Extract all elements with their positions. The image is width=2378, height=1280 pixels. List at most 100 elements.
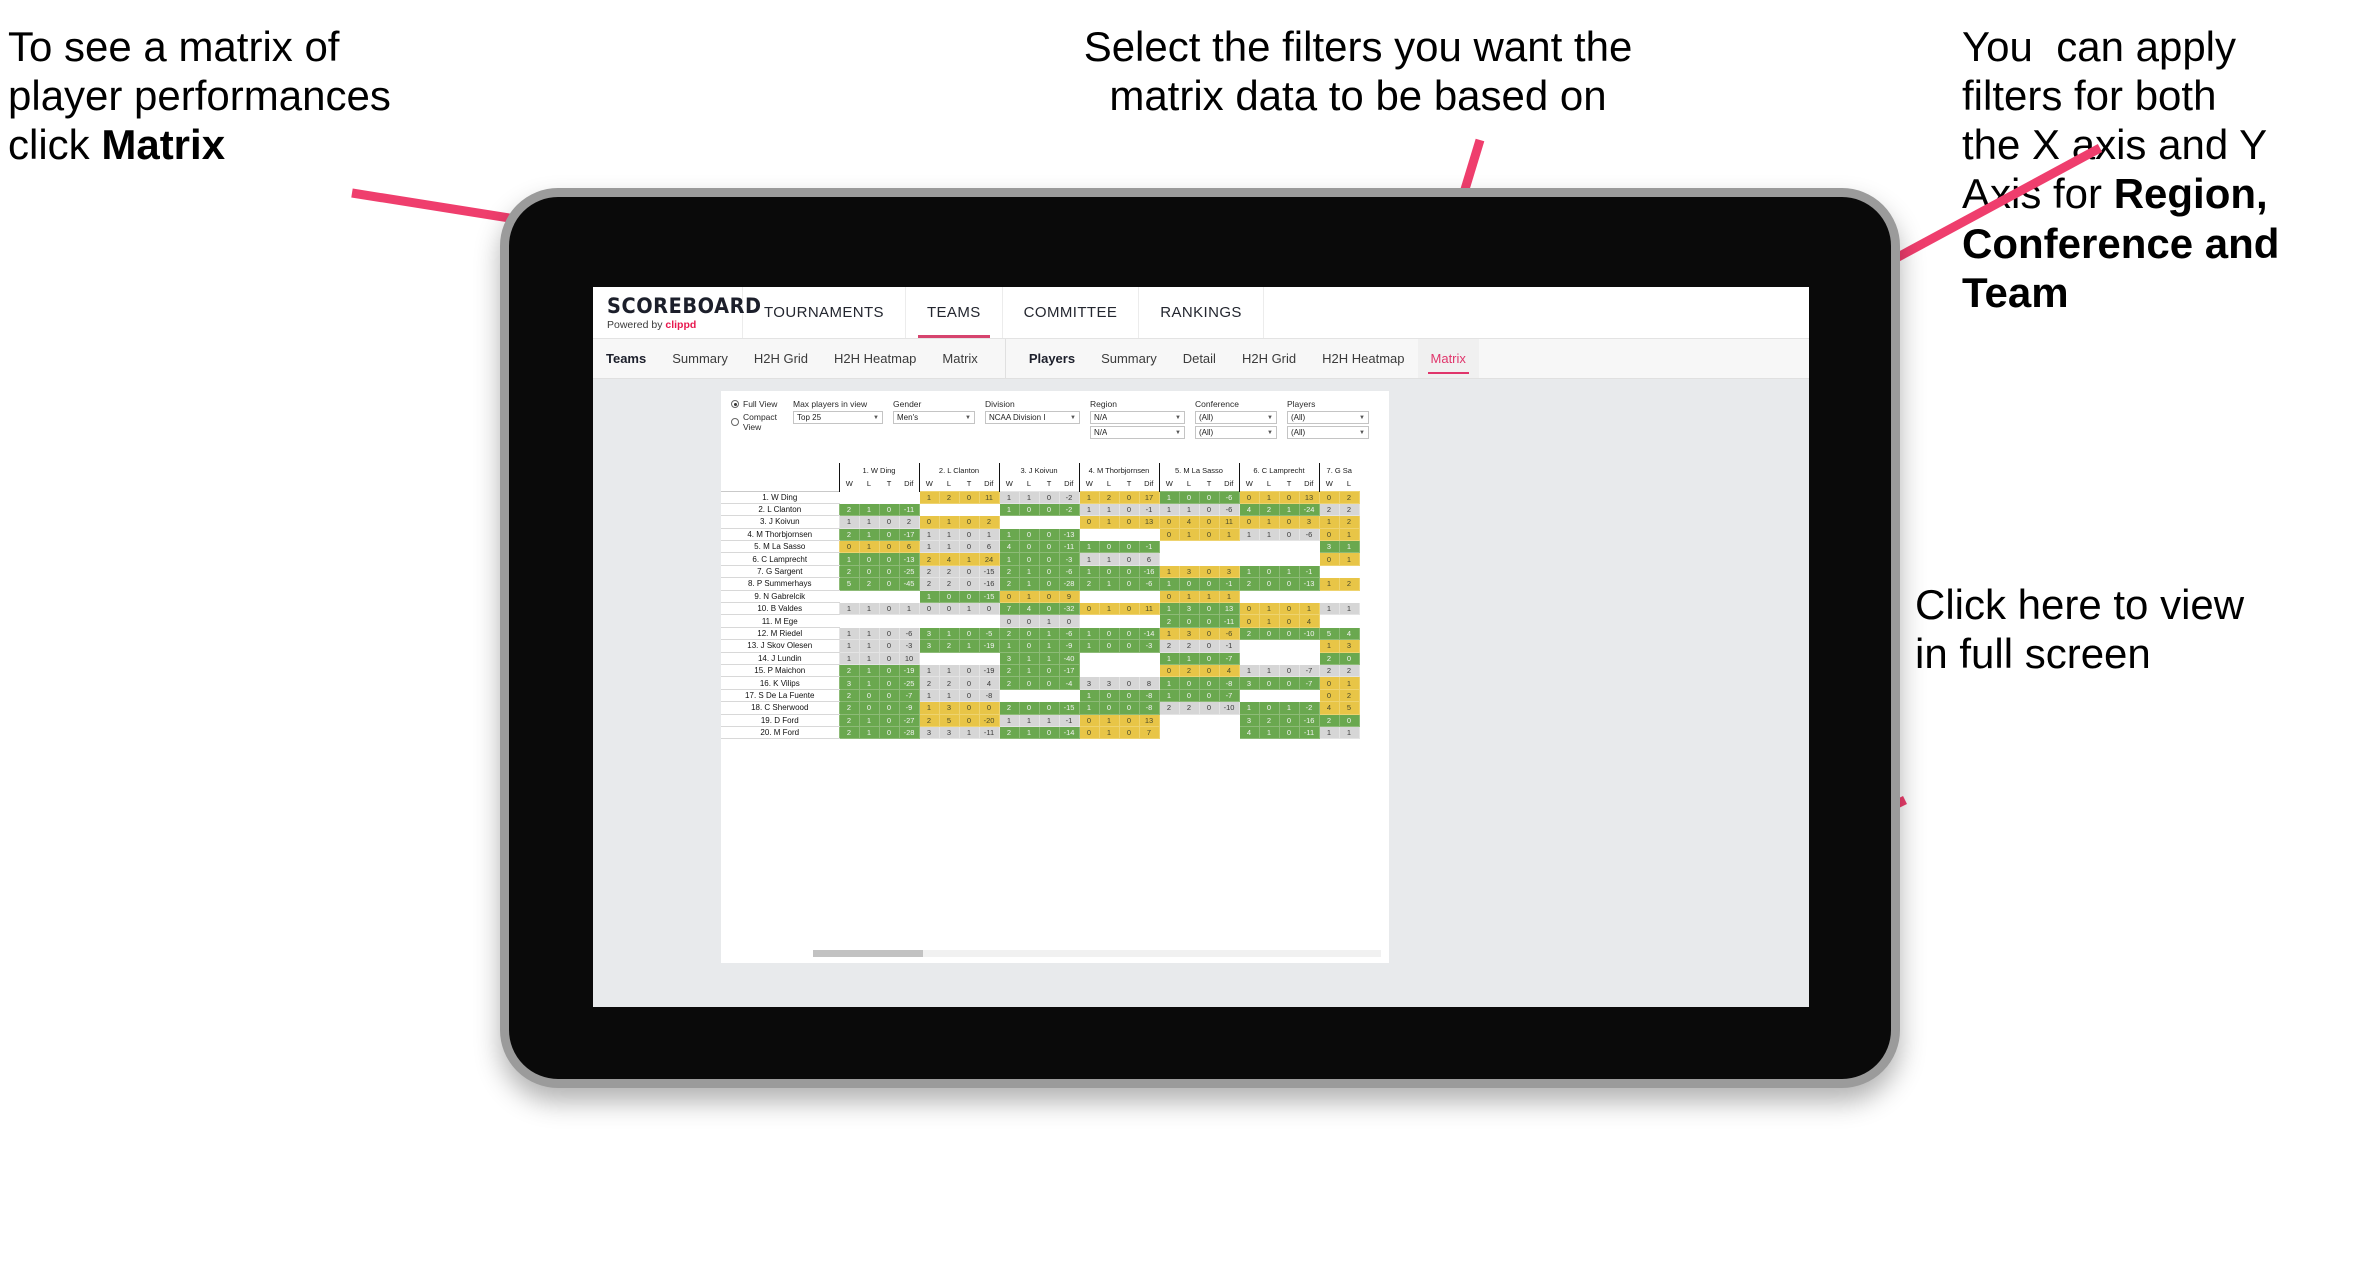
matrix-cell[interactable]: 0 — [878, 626, 900, 641]
matrix-cell[interactable]: -1 — [1298, 564, 1320, 579]
matrix-cell[interactable]: 1 — [998, 502, 1020, 517]
matrix-cell[interactable]: 1 — [918, 540, 940, 554]
matrix-cell[interactable]: 0 — [1018, 552, 1040, 566]
matrix-cell[interactable]: -5 — [978, 626, 1000, 641]
matrix-cell-empty[interactable] — [1338, 589, 1360, 604]
matrix-cell[interactable]: 0 — [958, 577, 980, 591]
matrix-cell[interactable]: 1 — [1098, 515, 1120, 529]
matrix-cell[interactable]: 0 — [1238, 614, 1260, 628]
matrix-cell[interactable]: -45 — [898, 577, 920, 591]
matrix-cell[interactable]: 5 — [838, 577, 860, 591]
matrix-cell[interactable]: 0 — [1118, 502, 1140, 517]
matrix-cell[interactable]: 2 — [1238, 577, 1260, 591]
matrix-cell[interactable]: 0 — [1078, 725, 1100, 740]
matrix-cell[interactable]: 1 — [1258, 663, 1280, 678]
matrix-cell[interactable]: 2 — [1318, 663, 1340, 678]
matrix-cell[interactable]: 1 — [1178, 651, 1200, 665]
matrix-cell[interactable]: 2 — [998, 663, 1020, 678]
matrix-cell-empty[interactable] — [1318, 589, 1340, 604]
matrix-cell-empty[interactable] — [1318, 614, 1340, 628]
matrix-cell[interactable]: 0 — [1078, 601, 1100, 616]
matrix-cell-empty[interactable] — [1298, 540, 1320, 554]
matrix-cell[interactable]: -6 — [898, 626, 920, 641]
matrix-cell[interactable]: 0 — [1038, 577, 1060, 591]
matrix-cell[interactable]: 1 — [1178, 527, 1200, 542]
matrix-cell[interactable]: 1 — [1038, 651, 1060, 665]
matrix-cell[interactable]: -16 — [1298, 713, 1320, 727]
matrix-cell[interactable]: 2 — [978, 515, 1000, 529]
matrix-cell[interactable]: 1 — [838, 601, 860, 616]
matrix-cell[interactable]: 1 — [958, 601, 980, 616]
matrix-cell[interactable]: -6 — [1218, 626, 1240, 641]
matrix-cell[interactable]: 0 — [1118, 701, 1140, 715]
matrix-cell[interactable]: 0 — [1318, 552, 1340, 566]
matrix-cell[interactable]: 1 — [1158, 688, 1180, 703]
matrix-cell[interactable]: -15 — [1058, 701, 1080, 715]
matrix-cell-empty[interactable] — [1298, 688, 1320, 703]
matrix-cell[interactable]: 1 — [1018, 490, 1040, 504]
matrix-cell[interactable]: -6 — [1058, 626, 1080, 641]
matrix-cell-empty[interactable] — [1118, 527, 1140, 542]
matrix-cell[interactable]: 2 — [898, 515, 920, 529]
matrix-cell[interactable]: -40 — [1058, 651, 1080, 665]
matrix-cell[interactable]: 0 — [1038, 676, 1060, 690]
matrix-cell[interactable]: 1 — [978, 527, 1000, 542]
subnav-players-detail[interactable]: Detail — [1170, 339, 1229, 378]
matrix-cell[interactable]: 5 — [938, 713, 960, 727]
matrix-cell[interactable]: 0 — [1278, 725, 1300, 740]
matrix-cell[interactable]: 2 — [1318, 651, 1340, 665]
matrix-cell[interactable]: -25 — [898, 564, 920, 579]
matrix-cell-empty[interactable] — [1098, 663, 1120, 678]
matrix-cell[interactable]: 1 — [1158, 577, 1180, 591]
matrix-cell-empty[interactable] — [1238, 589, 1260, 604]
matrix-cell[interactable]: 0 — [1038, 725, 1060, 740]
matrix-cell[interactable]: 1 — [1238, 527, 1260, 542]
horizontal-scrollbar[interactable] — [721, 950, 1389, 957]
matrix-cell[interactable]: 1 — [858, 515, 880, 529]
subnav-players-h2h-grid[interactable]: H2H Grid — [1229, 339, 1309, 378]
matrix-cell[interactable]: 2 — [1338, 490, 1360, 504]
matrix-cell-empty[interactable] — [1098, 651, 1120, 665]
matrix-cell[interactable]: 1 — [1338, 552, 1360, 566]
matrix-cell[interactable]: 4 — [1218, 663, 1240, 678]
matrix-cell[interactable]: 0 — [1118, 725, 1140, 740]
matrix-cell[interactable]: 1 — [1318, 601, 1340, 616]
matrix-cell[interactable]: 3 — [1218, 564, 1240, 579]
matrix-cell[interactable]: 0 — [1318, 527, 1340, 542]
matrix-cell-empty[interactable] — [1118, 614, 1140, 628]
nav-rankings[interactable]: RANKINGS — [1139, 287, 1264, 338]
matrix-cell[interactable]: 0 — [1258, 564, 1280, 579]
matrix-cell-empty[interactable] — [858, 490, 880, 504]
matrix-cell[interactable]: 4 — [978, 676, 1000, 690]
matrix-cell[interactable]: 3 — [918, 639, 940, 653]
matrix-cell-empty[interactable] — [978, 614, 1000, 628]
matrix-cell[interactable]: 1 — [898, 601, 920, 616]
matrix-cell[interactable]: 0 — [1278, 676, 1300, 690]
matrix-cell[interactable]: 9 — [1058, 589, 1080, 604]
matrix-cell[interactable]: 2 — [838, 663, 860, 678]
filter-players-x-select[interactable]: (All) ▼ — [1287, 411, 1369, 424]
matrix-cell[interactable]: -6 — [1218, 490, 1240, 504]
matrix-cell[interactable]: 1 — [938, 663, 960, 678]
matrix-cell-empty[interactable] — [1138, 663, 1160, 678]
matrix-cell[interactable]: 1 — [1078, 564, 1100, 579]
matrix-cell-empty[interactable] — [1218, 713, 1240, 727]
matrix-cell[interactable]: 6 — [1138, 552, 1160, 566]
matrix-cell-empty[interactable] — [918, 651, 940, 665]
matrix-cell[interactable]: 0 — [878, 515, 900, 529]
matrix-cell-empty[interactable] — [1278, 651, 1300, 665]
radio-compact-view[interactable]: Compact View — [731, 412, 783, 432]
matrix-cell[interactable]: 0 — [1178, 688, 1200, 703]
matrix-cell[interactable]: 1 — [1018, 713, 1040, 727]
matrix-cell[interactable]: 1 — [1178, 502, 1200, 517]
matrix-cell[interactable]: 1 — [1078, 552, 1100, 566]
matrix-cell-empty[interactable] — [998, 688, 1020, 703]
matrix-cell[interactable]: 1 — [1158, 502, 1180, 517]
matrix-cell[interactable]: 0 — [878, 527, 900, 542]
matrix-cell[interactable]: 4 — [1318, 701, 1340, 715]
matrix-cell[interactable]: 0 — [1018, 676, 1040, 690]
matrix-cell[interactable]: -13 — [1298, 577, 1320, 591]
matrix-cell[interactable]: -8 — [978, 688, 1000, 703]
matrix-cell[interactable]: 1 — [1318, 639, 1340, 653]
matrix-cell[interactable]: 1 — [1018, 589, 1040, 604]
